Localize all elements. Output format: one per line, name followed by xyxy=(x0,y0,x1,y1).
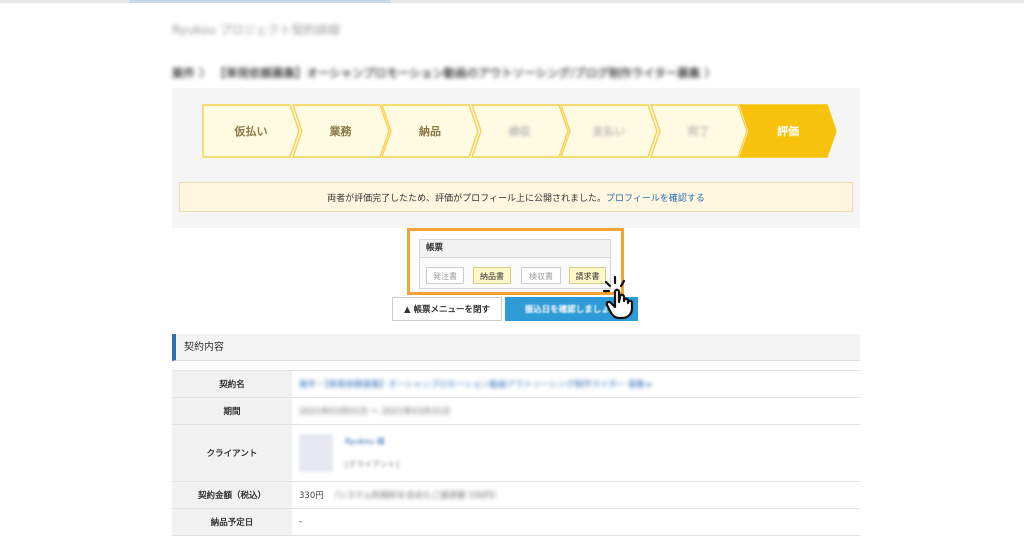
documents-highlight-frame: 帳票 発注書 納品書 検収書 請求書 xyxy=(407,228,624,295)
table-row: クライアント Ryukou 様 [クライアント] xyxy=(172,425,860,482)
inspection-cert-button[interactable]: 検収書 xyxy=(521,267,561,284)
progress-panel: 仮払い 業務 納品 検収 支払い 完了 評価 両者が評価完了したため、評価がプロフィール上に… xyxy=(172,88,860,228)
delivery-note-button[interactable]: 納品書 xyxy=(473,267,511,284)
progress-step-label: 業務 xyxy=(329,125,352,138)
contract-name-link[interactable]: 案件・【単発依頼募集】オーシャンプロモーション動画アウトソーシング制作ライター … xyxy=(299,378,652,390)
table-row: 契約金額（税込） 330円 （システム利用料を含めたご請求額 330円） xyxy=(172,482,860,509)
progress-step-label: 納品 xyxy=(419,125,441,138)
documents-menu: 帳票 発注書 納品書 検収書 請求書 xyxy=(419,239,611,289)
delivery-date-value: - xyxy=(299,517,303,527)
table-row: 契約名 案件・【単発依頼募集】オーシャンプロモーション動画アウトソーシング制作ラ… xyxy=(172,371,860,398)
progress-step-4: 検収 xyxy=(470,104,569,158)
client-label: クライアント xyxy=(172,425,292,481)
contract-table: 契約名 案件・【単発依頼募集】オーシャンプロモーション動画アウトソーシング制作ラ… xyxy=(172,370,860,536)
pointer-hand-icon xyxy=(602,275,634,320)
progress-step-3: 納品 xyxy=(381,104,479,158)
progress-step-6: 完了 xyxy=(649,104,748,158)
progress-step-label: 検収 xyxy=(508,125,531,138)
site-title: Ryukou プロジェクト契約詳細 xyxy=(172,23,340,37)
period-value: 2021年03月01日 〜 2021年03月31日 xyxy=(292,398,860,424)
contract-amount-note: （システム利用料を含めたご請求額 330円） xyxy=(329,491,502,501)
client-role: [クライアント] xyxy=(345,460,399,469)
profile-link[interactable]: プロフィールを確認する xyxy=(606,191,705,204)
progress-step-label: 評価 xyxy=(777,125,799,138)
delivery-date-label: 納品予定日 xyxy=(172,509,292,535)
contract-amount-label: 契約金額（税込） xyxy=(172,482,292,508)
close-documents-menu-button[interactable]: ▲ 帳票メニューを閉す xyxy=(392,297,502,321)
progress-step-5: 支払い xyxy=(560,104,658,158)
contract-amount-main: 330円 xyxy=(299,491,324,501)
progress-step-label: 仮払い xyxy=(234,125,268,138)
notice-text: 両者が評価完了したため、評価がプロフィール上に公開されました。 xyxy=(327,193,606,204)
client-info: Ryukou 様 [クライアント] xyxy=(345,436,399,470)
period-text: 2021年03月01日 〜 2021年03月31日 xyxy=(299,407,451,417)
notice-banner: 両者が評価完了したため、評価がプロフィール上に公開されました。 プロフィールを確… xyxy=(179,182,853,212)
table-row: 期間 2021年03月01日 〜 2021年03月31日 xyxy=(172,398,860,425)
table-row: 納品予定日 - xyxy=(172,509,860,536)
progress-step-7: 評価 xyxy=(739,104,837,158)
invoice-button[interactable]: 請求書 xyxy=(569,267,606,284)
breadcrumb[interactable]: 案件 〉 【単発依頼募集】オーシャンプロモーション動画のアウトソーシング/ブログ… xyxy=(172,65,716,81)
documents-header: 帳票 xyxy=(420,240,610,258)
progress-step-1: 仮払い xyxy=(202,104,300,158)
client-avatar[interactable] xyxy=(299,434,333,472)
progress-step-label: 支払い xyxy=(592,125,626,138)
top-divider-accent xyxy=(130,0,390,3)
contract-name-label: 契約名 xyxy=(172,371,292,397)
progress-step-2: 業務 xyxy=(291,104,390,158)
purchase-order-button[interactable]: 発注書 xyxy=(426,267,464,284)
progress-step-label: 完了 xyxy=(687,125,710,138)
client-name-link[interactable]: Ryukou 様 xyxy=(345,436,399,447)
contract-name-value[interactable]: 案件・【単発依頼募集】オーシャンプロモーション動画アウトソーシング制作ライター … xyxy=(292,371,860,397)
period-label: 期間 xyxy=(172,398,292,424)
contract-amount-value: 330円 （システム利用料を含めたご請求額 330円） xyxy=(292,482,860,508)
contract-section-header: 契約内容 xyxy=(172,334,860,361)
client-value: Ryukou 様 [クライアント] xyxy=(292,425,860,481)
